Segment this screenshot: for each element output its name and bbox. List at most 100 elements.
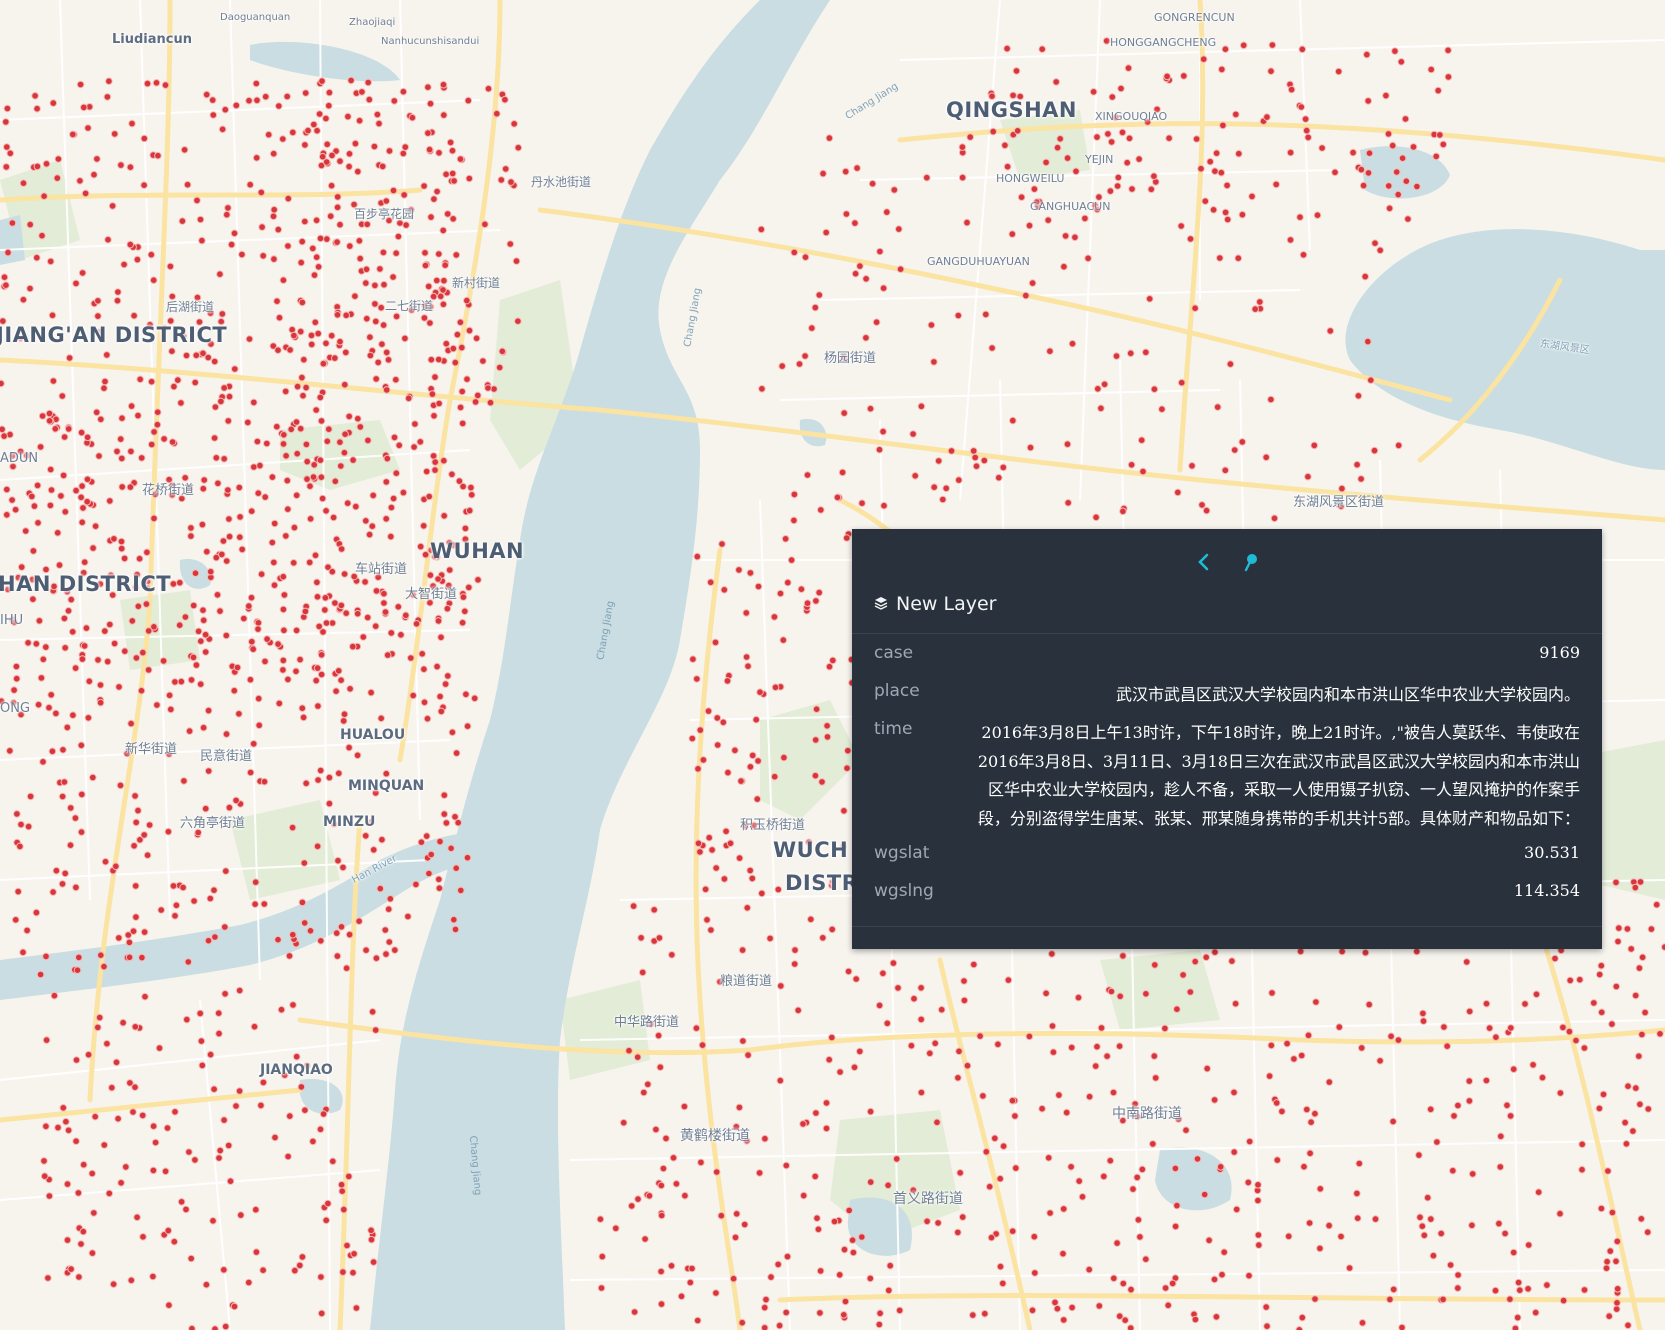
incident-point[interactable] xyxy=(42,1122,50,1131)
incident-point[interactable] xyxy=(350,1250,358,1258)
incident-point[interactable] xyxy=(1297,103,1306,111)
incident-point[interactable] xyxy=(404,394,413,403)
incident-point[interactable] xyxy=(284,675,292,684)
incident-point[interactable] xyxy=(306,482,314,491)
incident-point[interactable] xyxy=(1656,1030,1664,1038)
incident-point[interactable] xyxy=(862,275,870,283)
incident-point[interactable] xyxy=(1631,883,1640,892)
incident-point[interactable] xyxy=(1394,441,1403,450)
incident-point[interactable] xyxy=(310,120,318,129)
incident-point[interactable] xyxy=(819,169,827,178)
incident-point[interactable] xyxy=(211,403,220,411)
incident-point[interactable] xyxy=(399,149,408,158)
incident-point[interactable] xyxy=(982,310,990,319)
incident-point[interactable] xyxy=(1364,97,1372,105)
incident-point[interactable] xyxy=(1345,1264,1354,1272)
incident-point[interactable] xyxy=(954,1228,962,1237)
incident-point[interactable] xyxy=(199,616,208,625)
incident-point[interactable] xyxy=(319,359,328,368)
incident-point[interactable] xyxy=(1218,65,1226,74)
incident-point[interactable] xyxy=(937,1005,946,1014)
incident-point[interactable] xyxy=(1629,1127,1637,1135)
incident-point[interactable] xyxy=(1004,976,1013,984)
incident-point[interactable] xyxy=(1423,1193,1432,1202)
incident-point[interactable] xyxy=(58,880,67,888)
incident-point[interactable] xyxy=(53,174,62,182)
incident-point[interactable] xyxy=(694,839,703,848)
incident-point[interactable] xyxy=(72,883,80,892)
incident-point[interactable] xyxy=(263,439,271,448)
incident-point[interactable] xyxy=(232,1102,240,1110)
incident-point[interactable] xyxy=(1230,1088,1238,1097)
incident-point[interactable] xyxy=(60,778,69,786)
incident-point[interactable] xyxy=(96,698,105,707)
incident-point[interactable] xyxy=(1495,1219,1503,1228)
incident-point[interactable] xyxy=(1364,169,1373,177)
incident-point[interactable] xyxy=(828,1033,836,1042)
incident-point[interactable] xyxy=(114,1114,122,1123)
incident-point[interactable] xyxy=(317,473,326,482)
incident-point[interactable] xyxy=(385,938,394,946)
incident-point[interactable] xyxy=(378,835,386,844)
incident-point[interactable] xyxy=(1030,1232,1039,1241)
incident-point[interactable] xyxy=(83,475,92,484)
incident-point[interactable] xyxy=(282,452,290,460)
incident-point[interactable] xyxy=(118,483,126,491)
incident-point[interactable] xyxy=(221,1322,230,1330)
incident-point[interactable] xyxy=(118,454,126,463)
incident-point[interactable] xyxy=(58,392,67,400)
incident-point[interactable] xyxy=(1046,347,1054,356)
incident-point[interactable] xyxy=(399,87,408,96)
incident-point[interactable] xyxy=(596,1215,605,1223)
incident-point[interactable] xyxy=(46,465,55,474)
incident-point[interactable] xyxy=(656,1063,665,1071)
incident-point[interactable] xyxy=(1267,395,1275,404)
incident-point[interactable] xyxy=(352,1304,361,1312)
incident-point[interactable] xyxy=(1446,1261,1455,1269)
incident-point[interactable] xyxy=(1509,1065,1518,1073)
incident-point[interactable] xyxy=(1613,1299,1621,1307)
incident-point[interactable] xyxy=(497,176,506,184)
incident-point[interactable] xyxy=(126,163,135,171)
incident-point[interactable] xyxy=(1056,135,1064,143)
incident-point[interactable] xyxy=(1168,1279,1177,1288)
incident-point[interactable] xyxy=(137,686,146,695)
incident-point[interactable] xyxy=(127,447,135,456)
incident-point[interactable] xyxy=(92,408,101,417)
incident-point[interactable] xyxy=(917,1015,926,1024)
incident-point[interactable] xyxy=(1284,1232,1293,1241)
incident-point[interactable] xyxy=(782,1161,791,1170)
incident-point[interactable] xyxy=(1357,165,1366,174)
incident-point[interactable] xyxy=(66,804,75,812)
incident-point[interactable] xyxy=(452,749,461,757)
incident-point[interactable] xyxy=(40,192,48,200)
incident-point[interactable] xyxy=(114,288,122,296)
incident-point[interactable] xyxy=(211,1325,219,1330)
incident-point[interactable] xyxy=(1251,305,1259,313)
incident-point[interactable] xyxy=(26,284,34,293)
incident-point[interactable] xyxy=(395,441,404,450)
incident-point[interactable] xyxy=(771,683,780,692)
incident-point[interactable] xyxy=(42,643,50,651)
incident-point[interactable] xyxy=(349,642,357,651)
incident-point[interactable] xyxy=(1524,1285,1532,1293)
incident-point[interactable] xyxy=(969,1311,977,1319)
incident-point[interactable] xyxy=(791,946,799,954)
incident-point[interactable] xyxy=(748,751,757,760)
incident-point[interactable] xyxy=(1221,45,1230,54)
incident-point[interactable] xyxy=(1556,1209,1564,1218)
incident-point[interactable] xyxy=(367,1226,375,1235)
incident-point[interactable] xyxy=(149,1272,157,1281)
incident-point[interactable] xyxy=(301,217,309,226)
incident-point[interactable] xyxy=(103,1039,111,1048)
incident-point[interactable] xyxy=(1218,1270,1226,1279)
incident-point[interactable] xyxy=(231,365,239,373)
incident-point[interactable] xyxy=(440,276,448,285)
incident-point[interactable] xyxy=(342,348,350,357)
incident-point[interactable] xyxy=(1398,1323,1406,1330)
incident-point[interactable] xyxy=(252,1205,260,1214)
incident-point[interactable] xyxy=(758,385,766,393)
incident-point[interactable] xyxy=(655,934,664,942)
incident-point[interactable] xyxy=(200,476,208,484)
incident-point[interactable] xyxy=(402,611,410,620)
